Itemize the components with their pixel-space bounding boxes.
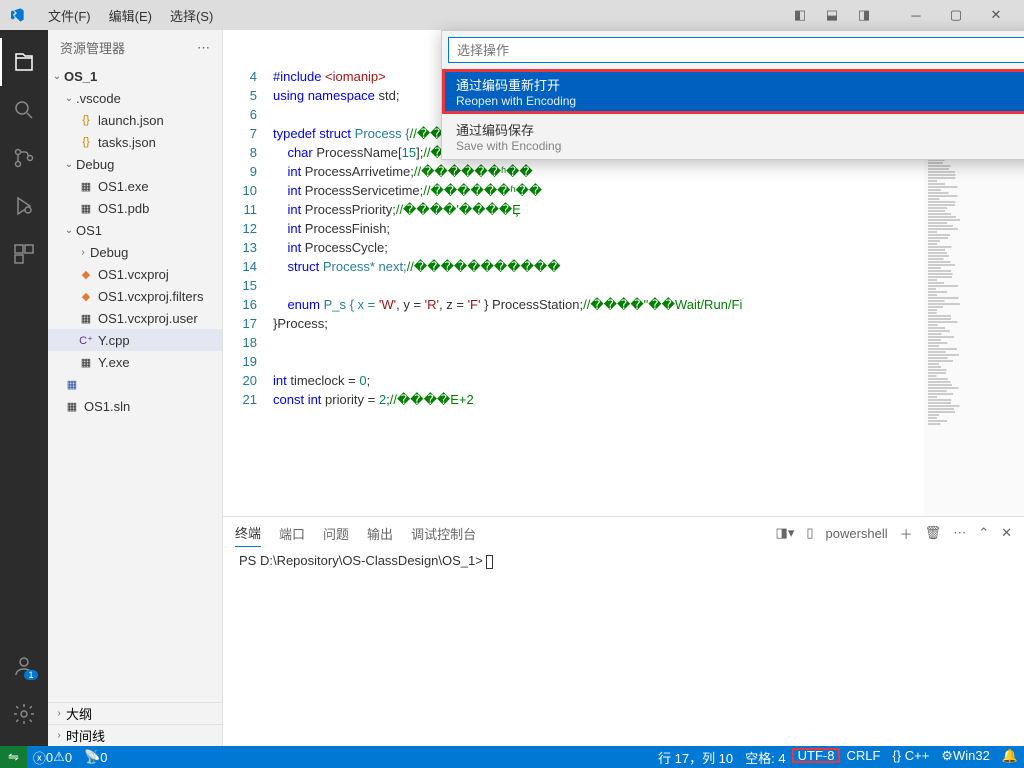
close-button[interactable]: ✕: [976, 0, 1016, 30]
section-outline[interactable]: ›大纲: [48, 702, 222, 724]
tab-ports[interactable]: 端口: [279, 520, 305, 547]
activity-bar: 1: [0, 30, 48, 746]
status-ports[interactable]: 📡 0: [78, 746, 113, 768]
vscode-logo-icon: [8, 6, 26, 24]
status-spaces[interactable]: 空格: 4: [739, 748, 791, 767]
menu-edit[interactable]: 编辑(E): [101, 2, 160, 29]
split-icon[interactable]: ◨▾: [776, 525, 795, 541]
maximize-button[interactable]: ▢: [936, 0, 976, 30]
sidebar: 资源管理器⋯ ⌄OS_1 ⌄.vscode {}launch.json {}ta…: [48, 30, 223, 746]
tree-file[interactable]: ▦: [48, 373, 222, 395]
tree-file[interactable]: ▦OS1.sln: [48, 395, 222, 417]
palette-item-save-encoding[interactable]: 通过编码保存 Save with Encoding: [442, 114, 1024, 159]
tab-debug-console[interactable]: 调试控制台: [411, 520, 476, 547]
activity-extensions[interactable]: [0, 230, 48, 278]
panel-tabs: 终端 端口 问题 输出 调试控制台 ◨▾ ▯ powershell ＋ 🗑 ⋯ …: [223, 517, 1024, 549]
tree-file[interactable]: {}launch.json: [48, 109, 222, 131]
activity-settings[interactable]: [0, 690, 48, 738]
tab-problems[interactable]: 问题: [323, 520, 349, 547]
tree-folder[interactable]: ⌄OS1: [48, 219, 222, 241]
terminal-icon: ▯: [806, 525, 813, 541]
tree-file[interactable]: ◆OS1.vcxproj.filters: [48, 285, 222, 307]
tree-file[interactable]: ◆OS1.vcxproj: [48, 263, 222, 285]
shell-name[interactable]: powershell: [826, 526, 888, 541]
minimize-button[interactable]: ─: [896, 0, 936, 30]
section-timeline[interactable]: ›时间线: [48, 724, 222, 746]
terminal-body[interactable]: PS D:\Repository\OS-ClassDesign\OS_1>: [223, 549, 1024, 746]
trash-icon[interactable]: 🗑: [925, 525, 942, 541]
layout-bottom-icon[interactable]: ⬓: [820, 3, 844, 27]
tree-file[interactable]: ▦OS1.pdb: [48, 197, 222, 219]
status-eol[interactable]: CRLF: [840, 748, 886, 763]
editor-area: ▷◦ ⚙ ◨ ⋯ 456789101112131415161718192021 …: [223, 30, 1024, 746]
activity-run[interactable]: [0, 182, 48, 230]
status-encoding[interactable]: UTF-8: [792, 748, 841, 763]
activity-scm[interactable]: [0, 134, 48, 182]
menu-select[interactable]: 选择(S): [162, 2, 221, 29]
tree-file[interactable]: ▦OS1.exe: [48, 175, 222, 197]
sidebar-title: 资源管理器⋯: [48, 30, 222, 65]
tree-folder[interactable]: ⌄.vscode: [48, 87, 222, 109]
status-line-col[interactable]: 行 17，列 10: [652, 748, 739, 767]
status-errors[interactable]: ⓧ 0 ⚠ 0: [27, 746, 78, 768]
more-icon[interactable]: ⋯: [953, 525, 966, 541]
tab-output[interactable]: 输出: [367, 520, 393, 547]
close-panel-icon[interactable]: ✕: [1001, 525, 1012, 541]
menubar: 文件(F) 编辑(E) 选择(S): [40, 2, 221, 29]
accounts-badge: 1: [24, 670, 38, 680]
add-terminal-icon[interactable]: ＋: [900, 524, 913, 543]
tree-file[interactable]: {}tasks.json: [48, 131, 222, 153]
status-language[interactable]: {} C++: [886, 748, 935, 763]
tree-folder[interactable]: ⌄Debug: [48, 153, 222, 175]
status-notifications[interactable]: 🔔: [996, 748, 1024, 764]
palette-item-reopen-encoding[interactable]: 通过编码重新打开 Reopen with Encoding: [442, 69, 1024, 114]
bottom-panel: 终端 端口 问题 输出 调试控制台 ◨▾ ▯ powershell ＋ 🗑 ⋯ …: [223, 516, 1024, 746]
line-gutter: 456789101112131415161718192021: [223, 65, 273, 516]
tree-folder[interactable]: ›Debug: [48, 241, 222, 263]
explorer-tree: ⌄OS_1 ⌄.vscode {}launch.json {}tasks.jso…: [48, 65, 222, 702]
titlebar: 文件(F) 编辑(E) 选择(S) ◧ ⬓ ◨ ─ ▢ ✕: [0, 0, 1024, 30]
command-input[interactable]: [448, 37, 1024, 63]
layout-left-icon[interactable]: ◧: [788, 3, 812, 27]
tree-file[interactable]: ▦Y.exe: [48, 351, 222, 373]
layout-right-icon[interactable]: ◨: [852, 3, 876, 27]
tab-terminal[interactable]: 终端: [235, 519, 261, 547]
remote-icon[interactable]: ⇋: [0, 746, 27, 768]
activity-accounts[interactable]: 1: [0, 642, 48, 690]
activity-explorer[interactable]: [0, 38, 48, 86]
tree-file-active[interactable]: C⁺Y.cpp: [48, 329, 222, 351]
menu-file[interactable]: 文件(F): [40, 2, 99, 29]
activity-search[interactable]: [0, 86, 48, 134]
status-platform[interactable]: ⚙ Win32: [935, 748, 996, 764]
tree-file[interactable]: ▦OS1.vcxproj.user: [48, 307, 222, 329]
statusbar: ⇋ ⓧ 0 ⚠ 0 📡 0 行 17，列 10 空格: 4 UTF-8 CRLF…: [0, 746, 1024, 768]
maximize-panel-icon[interactable]: ⌃: [978, 525, 989, 541]
more-icon[interactable]: ⋯: [197, 40, 210, 56]
command-palette: 通过编码重新打开 Reopen with Encoding 通过编码保存 Sav…: [441, 30, 1024, 160]
tree-root[interactable]: ⌄OS_1: [48, 65, 222, 87]
